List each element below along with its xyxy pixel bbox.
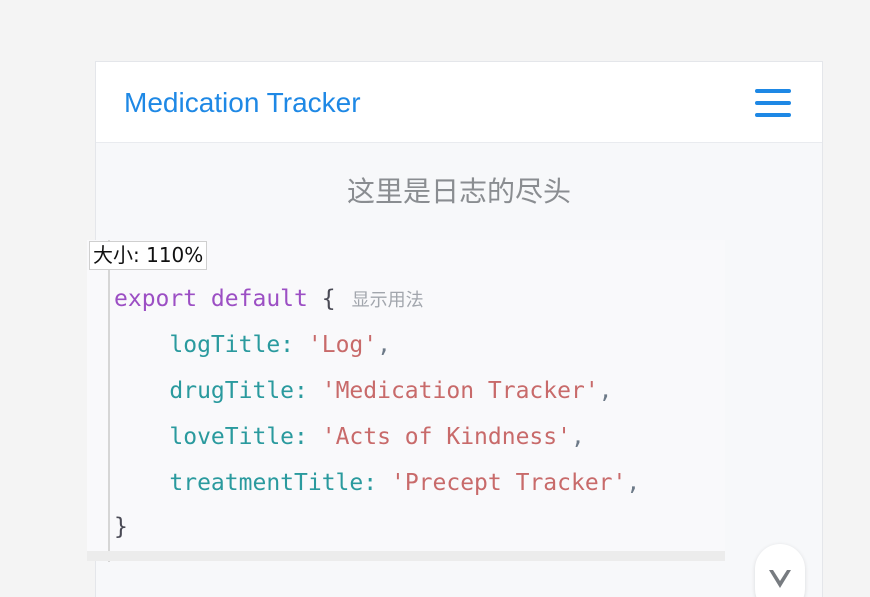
scroll-down-button[interactable] [755,544,805,597]
code-key: loveTitle [169,424,295,450]
code-line-entry: logTitle: 'Log', [169,332,391,358]
code-open-brace: { [321,286,336,312]
code-string: 'Acts of Kindness' [321,424,571,450]
code-line-close: } [114,512,128,542]
code-key: drugTitle [169,378,295,404]
zoom-size-badge: 大小: 110% [89,241,208,270]
show-usage-link[interactable]: 显示用法 [352,290,424,311]
chevron-down-icon [769,570,791,588]
app-header: Medication Tracker [96,62,822,143]
code-gutter-line [108,240,110,562]
code-line-entry: treatmentTitle: 'Precept Tracker', [169,470,641,496]
page: Medication Tracker 这里是日志的尽头 export defau… [0,0,870,597]
code-line-entry: loveTitle: 'Acts of Kindness', [169,424,585,450]
code-string: 'Precept Tracker' [390,470,627,496]
menu-bar [755,113,791,117]
code-horizontal-scrollbar[interactable] [87,551,725,561]
code-line-export: export default { 显示用法 [114,284,424,316]
code-block: export default { 显示用法 logTitle: 'Log', dr… [87,240,725,562]
app-title[interactable]: Medication Tracker [124,86,361,120]
code-close-brace: } [114,514,128,540]
code-keyword: export default [114,286,308,312]
menu-bar [755,89,791,93]
code-key: logTitle [169,332,281,358]
menu-bar [755,101,791,105]
code-line-entry: drugTitle: 'Medication Tracker', [169,378,613,404]
code-key: treatmentTitle [169,470,364,496]
code-string: 'Medication Tracker' [321,378,599,404]
hamburger-menu-icon[interactable] [755,88,791,118]
end-of-log-text: 这里是日志的尽头 [346,175,571,208]
code-string: 'Log' [307,332,378,358]
